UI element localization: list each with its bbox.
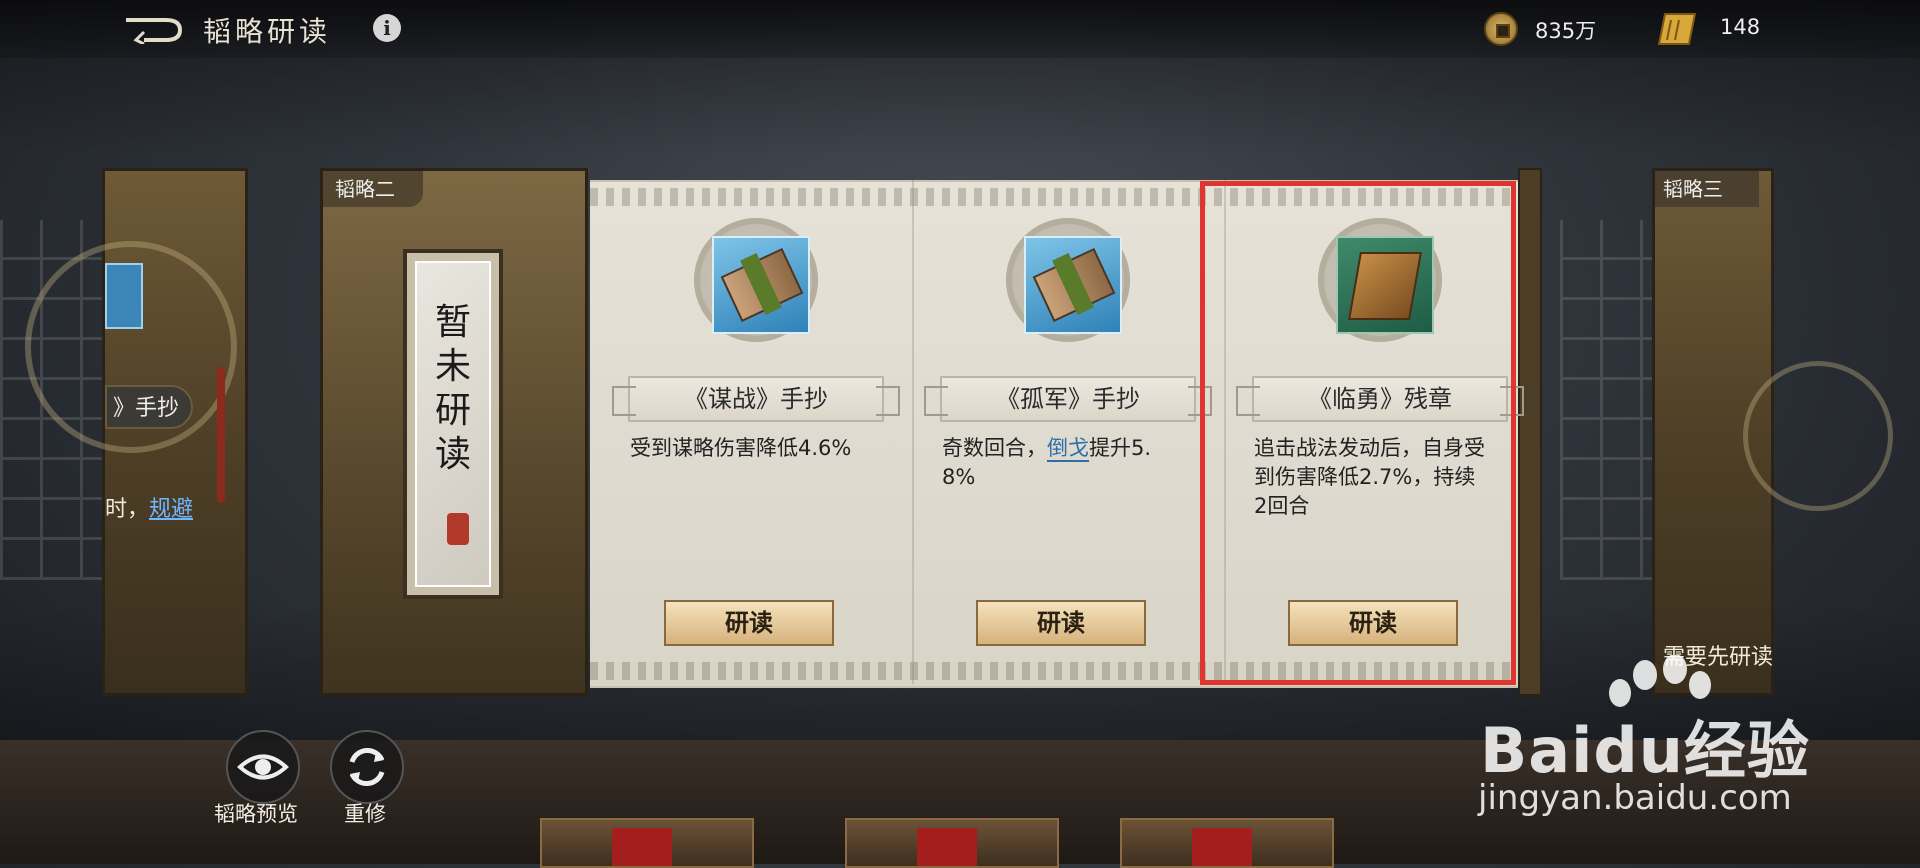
card-description: 受到谋略伤害降低4.6% (630, 436, 852, 460)
desk-book-box (1120, 818, 1334, 868)
plaque-text: 暂未研读 (417, 301, 489, 477)
defect-link[interactable]: 倒戈 (1047, 436, 1089, 462)
next-tier-tag: 韬略三 (1655, 171, 1759, 207)
plaque-char: 研 (434, 390, 471, 431)
book-thumbnail-icon (105, 263, 143, 329)
book-card: 《谋战》手抄 受到谋略伤害降低4.6% 研读 (600, 180, 912, 684)
coin-count: 835万 (1535, 19, 1597, 43)
bundled-book-icon[interactable] (1024, 236, 1122, 334)
plaque-char: 暂 (434, 302, 471, 343)
watermark-url: jingyan.baidu.com (1478, 778, 1792, 818)
scroll-currency-icon (1657, 13, 1697, 45)
info-icon[interactable]: i (373, 14, 401, 42)
book-card: 《孤军》手抄 奇数回合，倒戈提升5.8% 研读 (912, 180, 1224, 684)
plaque-char: 读 (434, 434, 471, 475)
reset-button[interactable] (330, 730, 404, 804)
card-title: 《孤军》手抄 (924, 376, 1212, 422)
previous-card-desc: 时，规避 (105, 497, 194, 522)
eye-icon (237, 754, 289, 780)
card-description: 奇数回合，倒戈提升5.8% (942, 436, 1152, 489)
preview-button[interactable] (226, 730, 300, 804)
back-icon[interactable] (122, 14, 184, 44)
preview-label: 韬略预览 (214, 802, 298, 826)
top-bar: 韬略研读 i 835万 148 (0, 0, 1920, 58)
evade-link[interactable]: 规避 (149, 497, 193, 522)
status-plaque: 暂未研读 (403, 249, 503, 599)
copper-coin-icon (1484, 12, 1518, 46)
previous-tier-panel[interactable]: 》手抄 时，规避 (25, 168, 248, 696)
scroll-count: 148 (1720, 15, 1761, 39)
plaque-char: 未 (434, 346, 471, 387)
study-button[interactable]: 研读 (664, 600, 834, 646)
next-tier-panel[interactable]: 韬略三 需要先研读 (1652, 168, 1893, 696)
tier-frame: 韬略二 暂未研读 (320, 168, 588, 696)
desk-book-box (845, 818, 1059, 868)
scroll-rail (217, 367, 225, 503)
reset-label: 重修 (344, 802, 386, 826)
page-title: 韬略研读 (203, 15, 332, 48)
tier-tag: 韬略二 (323, 171, 423, 207)
refresh-icon (349, 748, 385, 786)
selection-highlight (1200, 181, 1516, 685)
bundled-book-icon[interactable] (712, 236, 810, 334)
desk-book-box (540, 818, 754, 868)
card-title: 《谋战》手抄 (612, 376, 900, 422)
red-seal-icon (447, 513, 469, 545)
decorative-ring (1743, 361, 1893, 511)
watermark-brand: Baidu经验 (1480, 714, 1810, 787)
study-button[interactable]: 研读 (976, 600, 1146, 646)
previous-card-title: 》手抄 (105, 385, 193, 429)
